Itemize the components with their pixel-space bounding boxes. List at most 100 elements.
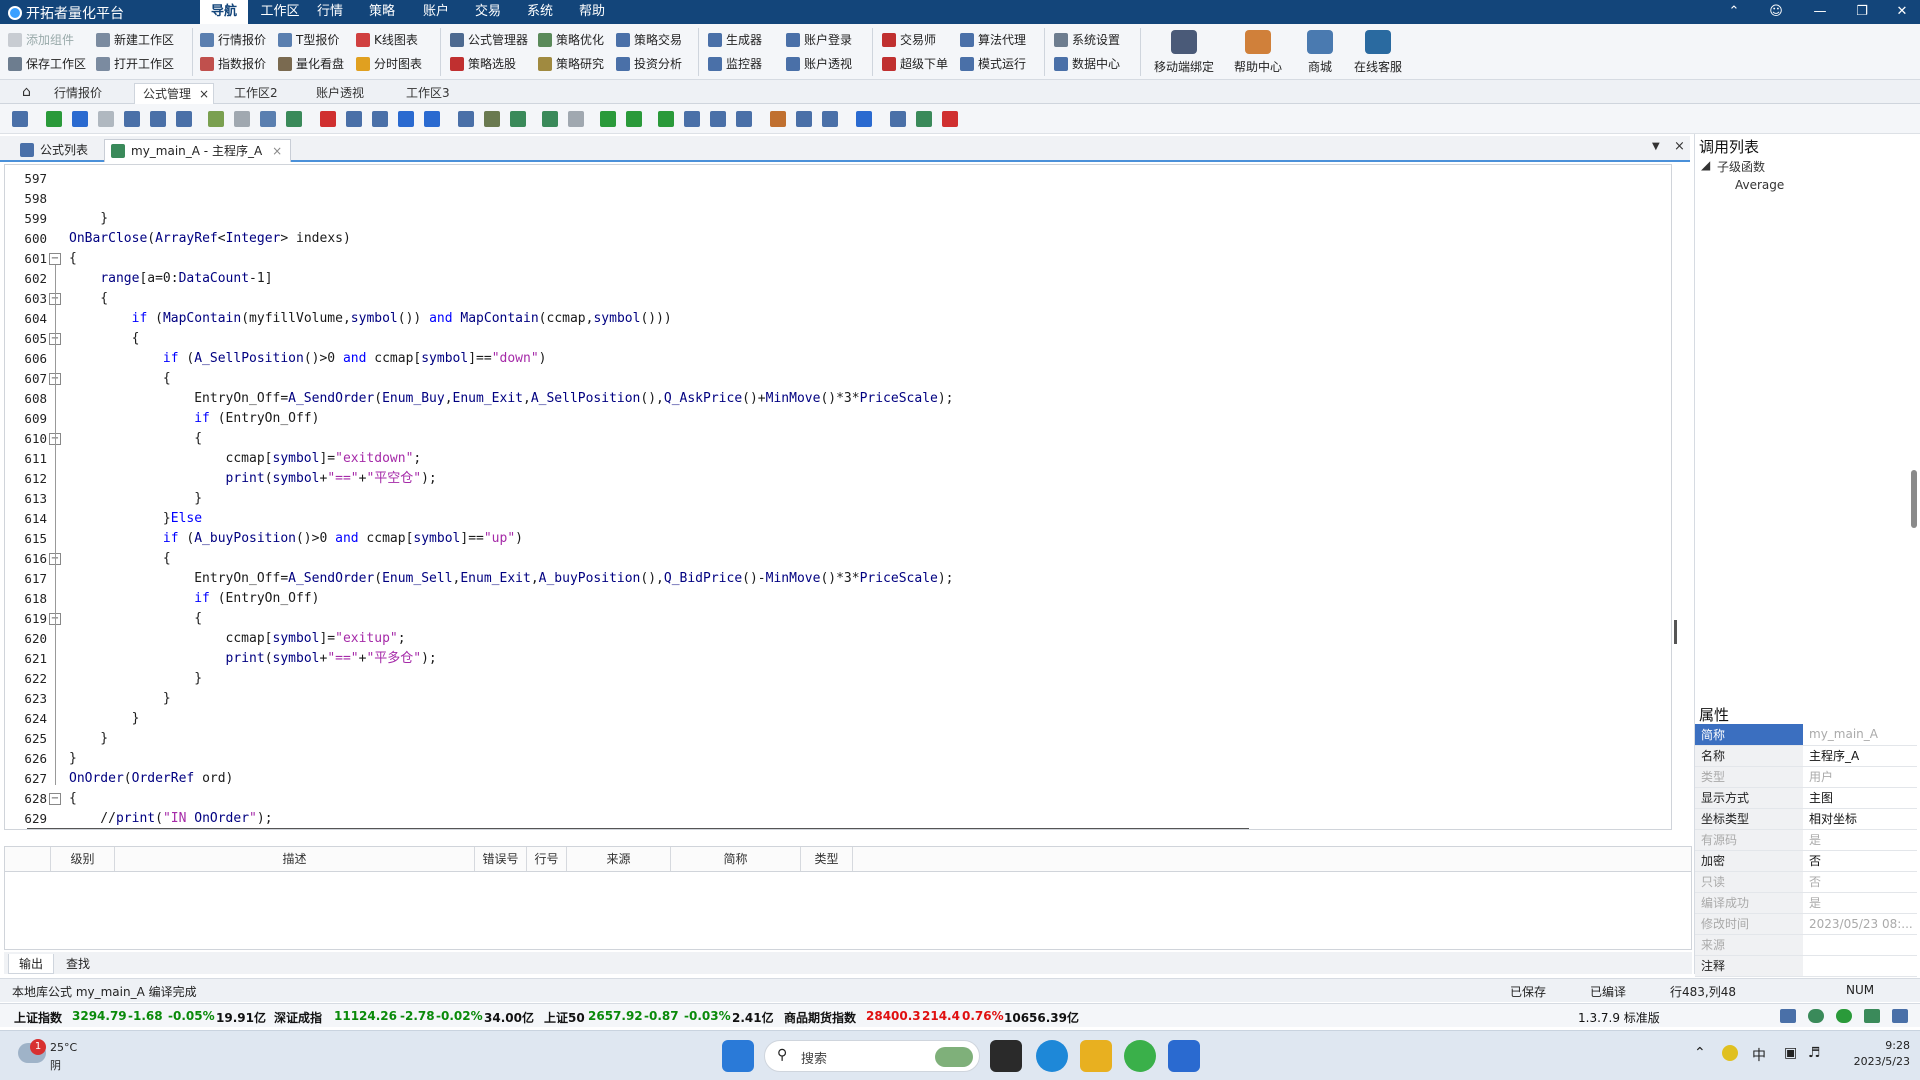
code-line[interactable]: EntryOn_Off=A_SendOrder(Enum_Sell,Enum_E… xyxy=(69,569,953,589)
tray-chevron-icon[interactable]: ⌃ xyxy=(1694,1045,1706,1061)
compile-icon[interactable] xyxy=(600,111,616,127)
ime-indicator[interactable]: 中 xyxy=(1752,1045,1766,1065)
tab-workspace2[interactable]: 工作区2 xyxy=(226,83,286,104)
store-button[interactable]: 商城 xyxy=(1290,30,1350,75)
insert-icon[interactable] xyxy=(658,111,674,127)
code-line[interactable]: { xyxy=(69,549,171,569)
prop-row[interactable]: 加密否 xyxy=(1695,850,1917,872)
menu-account[interactable]: 账户 xyxy=(416,0,456,24)
mode-run-button[interactable]: 模式运行 xyxy=(960,54,1026,74)
super-order-button[interactable]: 超级下单 xyxy=(882,54,948,74)
file-explorer-icon[interactable] xyxy=(1080,1040,1112,1072)
open-workspace-button[interactable]: 打开工作区 xyxy=(96,54,174,74)
undo-icon[interactable] xyxy=(398,111,414,127)
user-settings-icon[interactable]: ☺ xyxy=(1758,0,1794,24)
ticker-name[interactable]: 商品期货指数 xyxy=(784,1009,856,1026)
tab-formula-manager[interactable]: 公式管理 × xyxy=(134,83,215,104)
list-icon[interactable] xyxy=(260,111,276,127)
col-type[interactable]: 类型 xyxy=(801,847,853,871)
outline-icon[interactable] xyxy=(234,111,250,127)
code-line[interactable]: if (A_SellPosition()>0 and ccmap[symbol]… xyxy=(69,349,547,369)
code-line[interactable]: OnOrder(OrderRef ord) xyxy=(69,769,233,789)
col-short-name[interactable]: 简称 xyxy=(671,847,801,871)
tab-find[interactable]: 查找 xyxy=(56,954,100,974)
code-line[interactable]: if (A_buyPosition()>0 and ccmap[symbol]=… xyxy=(69,529,523,549)
tab-workspace3[interactable]: 工作区3 xyxy=(398,83,458,104)
home-icon[interactable]: ⌂ xyxy=(14,82,39,103)
tray-app-icon[interactable] xyxy=(1722,1045,1738,1061)
edit-icon[interactable] xyxy=(542,111,558,127)
prop-row[interactable]: 名称 主程序_A xyxy=(1695,745,1917,767)
code-line[interactable]: } xyxy=(69,669,202,689)
export-icon[interactable] xyxy=(626,111,642,127)
taskbar-search[interactable]: ⚲ 搜索 xyxy=(764,1040,980,1072)
code-line[interactable]: { xyxy=(69,609,202,629)
col-source[interactable]: 来源 xyxy=(567,847,671,871)
layout-icon[interactable] xyxy=(208,111,224,127)
dropdown-icon[interactable]: ▼ xyxy=(1652,141,1660,152)
news-icon[interactable] xyxy=(1780,1009,1796,1023)
investment-analysis-button[interactable]: 投资分析 xyxy=(616,54,682,74)
message-icon[interactable] xyxy=(1864,1009,1880,1023)
replace-icon[interactable] xyxy=(710,111,726,127)
code-line[interactable]: //print("IN OnOrder"); xyxy=(69,809,272,829)
kline-chart-button[interactable]: K线图表 xyxy=(356,30,418,50)
formula-manager-button[interactable]: 公式管理器 xyxy=(450,30,528,50)
monitor-icon[interactable] xyxy=(1892,1009,1908,1023)
code-line[interactable]: range[a=0:DataCount-1] xyxy=(69,269,272,289)
tab-formula-list[interactable]: 公式列表 xyxy=(14,139,96,162)
chart-icon[interactable] xyxy=(890,111,906,127)
code-line[interactable]: } xyxy=(69,709,140,729)
tree-item-average[interactable]: Average xyxy=(1735,178,1784,192)
code-line[interactable]: print(symbol+"=="+"平空仓"); xyxy=(69,469,437,489)
zoom-in-icon[interactable] xyxy=(796,111,812,127)
trader-button[interactable]: 交易师 xyxy=(882,30,936,50)
tbquant-app-icon[interactable] xyxy=(1168,1040,1200,1072)
code-line[interactable]: if (EntryOn_Off) xyxy=(69,409,319,429)
tab-output[interactable]: 输出 xyxy=(8,954,55,974)
save-icon[interactable] xyxy=(150,111,166,127)
tree-expand-icon[interactable]: ◢ xyxy=(1701,158,1710,172)
clock-date[interactable]: 2023/5/23 xyxy=(1842,1055,1910,1068)
goto-icon[interactable] xyxy=(736,111,752,127)
prop-row[interactable]: 注释 xyxy=(1695,955,1917,977)
index-quote-button[interactable]: 指数报价 xyxy=(200,54,266,74)
tab-account-perspective[interactable]: 账户透视 xyxy=(308,83,372,104)
new-workspace-button[interactable]: 新建工作区 xyxy=(96,30,174,50)
menu-system[interactable]: 系统 xyxy=(520,0,560,24)
timeshare-chart-button[interactable]: 分时图表 xyxy=(356,54,422,74)
col-error-no[interactable]: 错误号 xyxy=(475,847,527,871)
strategy-select-button[interactable]: 策略选股 xyxy=(450,54,516,74)
find-icon[interactable] xyxy=(684,111,700,127)
strategy-optimize-button[interactable]: 策略优化 xyxy=(538,30,604,50)
mobile-bind-button[interactable]: 移动端绑定 xyxy=(1154,30,1214,75)
account-login-button[interactable]: 账户登录 xyxy=(786,30,852,50)
algo-proxy-button[interactable]: 算法代理 xyxy=(960,30,1026,50)
vertical-scrollbar[interactable] xyxy=(1674,620,1677,644)
prop-row[interactable]: 显示方式 主图 xyxy=(1695,787,1917,809)
new-strategy-icon[interactable] xyxy=(72,111,88,127)
volume-icon[interactable]: ♬ xyxy=(1808,1045,1821,1061)
prop-row[interactable]: 有源码是 xyxy=(1695,829,1917,851)
code-line[interactable]: } xyxy=(69,489,202,509)
generator-button[interactable]: 生成器 xyxy=(708,30,762,50)
refresh-icon[interactable] xyxy=(856,111,872,127)
restore-icon[interactable]: ❐ xyxy=(1844,0,1880,24)
prop-row[interactable]: 简称 my_main_A xyxy=(1695,724,1917,746)
monitor-button[interactable]: 监控器 xyxy=(708,54,762,74)
fold-toggle-icon[interactable]: − xyxy=(49,793,61,805)
col-line-no[interactable]: 行号 xyxy=(527,847,567,871)
t-quote-button[interactable]: T型报价 xyxy=(278,30,339,50)
save-workspace-button[interactable]: 保存工作区 xyxy=(8,54,86,74)
data-center-button[interactable]: 数据中心 xyxy=(1054,54,1120,74)
close-icon[interactable]: ✕ xyxy=(1884,0,1920,24)
zoom-out-icon[interactable] xyxy=(822,111,838,127)
new-formula-icon[interactable] xyxy=(46,111,62,127)
code-line[interactable]: } xyxy=(69,689,171,709)
ticker-name[interactable]: 上证指数 xyxy=(14,1009,62,1026)
tab-quotes[interactable]: 行情报价 xyxy=(46,83,110,104)
chevron-up-icon[interactable]: ⌃ xyxy=(1716,0,1752,24)
strategy-trade-button[interactable]: 策略交易 xyxy=(616,30,682,50)
code-line[interactable]: if (MapContain(myfillVolume,symbol()) an… xyxy=(69,309,672,329)
code-line[interactable]: } xyxy=(69,729,108,749)
